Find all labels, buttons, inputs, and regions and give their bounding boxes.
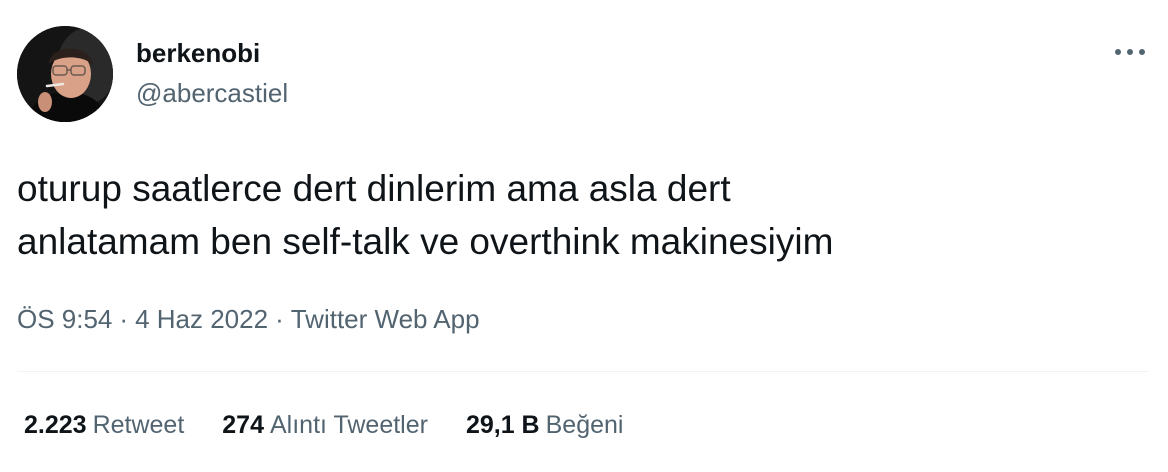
retweet-count-link[interactable]: 2.223 Retweet: [24, 409, 184, 441]
like-count: 29,1 B: [465, 411, 540, 439]
meta-separator: ·: [275, 304, 284, 334]
retweet-label: Retweet: [92, 411, 185, 439]
quote-count-link[interactable]: 274 Alıntı Tweetler: [222, 409, 428, 441]
meta-separator: ·: [119, 304, 129, 334]
like-label: Beğeni: [545, 411, 624, 439]
tweet-meta: ÖS 9:54 · 4 Haz 2022 · Twitter Web App: [17, 303, 480, 335]
profile-photo-icon: [17, 26, 113, 122]
tweet-source[interactable]: Twitter Web App: [291, 304, 480, 334]
author-handle[interactable]: @abercastiel: [136, 78, 288, 108]
tweet-date[interactable]: 4 Haz 2022: [135, 304, 268, 334]
more-options-button[interactable]: [1104, 34, 1156, 70]
retweet-count: 2.223: [24, 411, 87, 439]
quote-count: 274: [222, 411, 264, 439]
more-dots-icon: [1115, 49, 1145, 55]
author-display-name[interactable]: berkenobi: [136, 38, 260, 68]
engagement-stats: 2.223 Retweet 274 Alıntı Tweetler 29,1 B Be…: [24, 409, 661, 441]
quote-label: Alıntı Tweetler: [270, 411, 428, 439]
avatar[interactable]: [17, 26, 113, 122]
tweet-text: oturup saatlerce dert dinlerim ama asla …: [17, 168, 834, 262]
like-count-link[interactable]: 29,1 B Beğeni: [466, 409, 624, 441]
divider: [17, 371, 1148, 372]
tweet-card: berkenobi @abercastiel oturup saatlerce …: [0, 0, 1168, 472]
tweet-time[interactable]: ÖS 9:54: [17, 304, 112, 334]
